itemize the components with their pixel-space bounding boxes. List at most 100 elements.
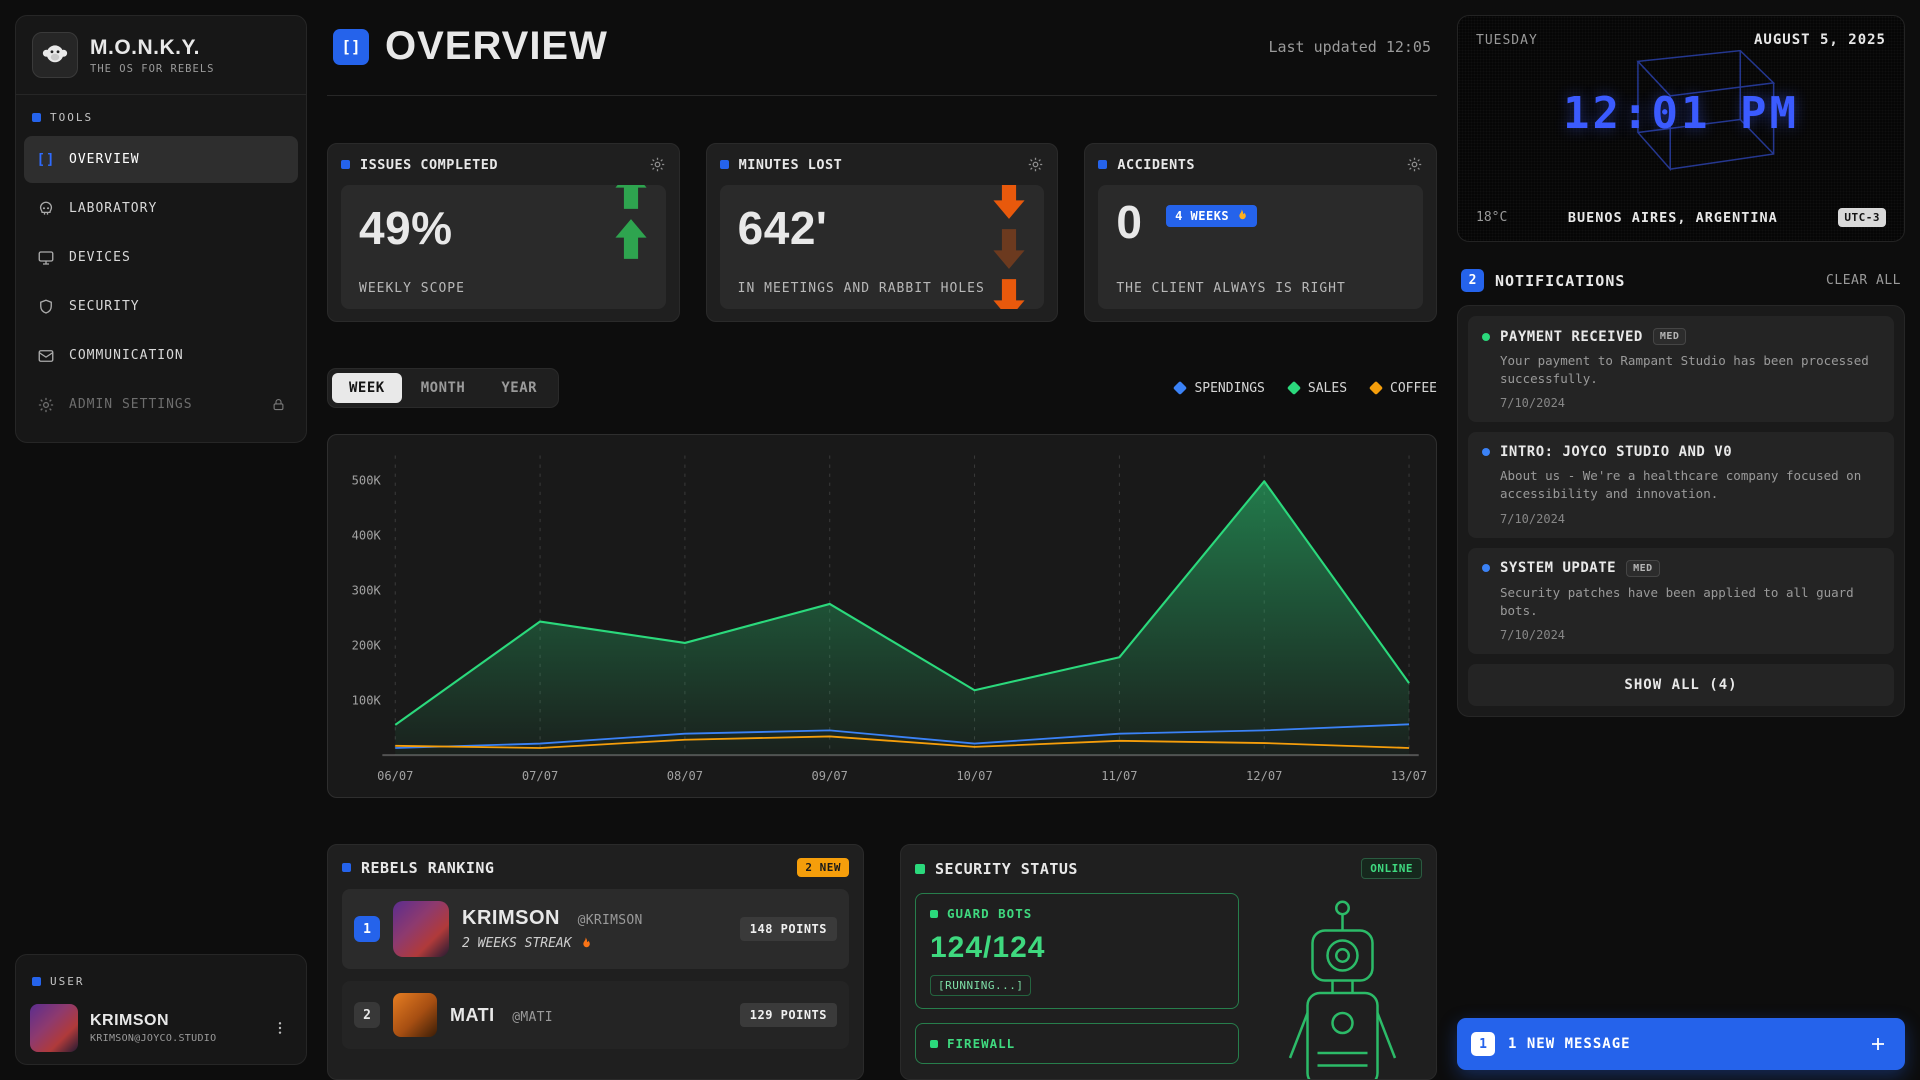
ranking-row-1[interactable]: 1 KRIMSON @KRIMSON 2 WEEKS STREAK 148 PO…: [342, 889, 849, 969]
monkey-logo-icon: [32, 32, 78, 78]
user-section-label: USER: [16, 959, 306, 998]
avatar: [393, 993, 437, 1037]
chart-legend: SPENDINGS SALES COFFEE: [1175, 381, 1437, 396]
priority-badge: MED: [1626, 560, 1660, 577]
sidebar-item-label: COMMUNICATION: [69, 348, 184, 363]
card-square-icon: [720, 160, 729, 169]
svg-text:09/07: 09/07: [812, 769, 848, 783]
notification-payment[interactable]: PAYMENT RECEIVED MED Your payment to Ram…: [1468, 316, 1894, 422]
guard-bots-box: GUARD BOTS 124/124 [RUNNING...]: [915, 893, 1239, 1009]
panel-title: SECURITY STATUS: [935, 860, 1078, 878]
firewall-title: FIREWALL: [947, 1036, 1015, 1051]
legend-spendings[interactable]: SPENDINGS: [1175, 381, 1264, 396]
sidebar-item-admin-settings[interactable]: ADMIN SETTINGS: [24, 381, 298, 428]
skull-icon: [36, 199, 56, 219]
stats-row: ISSUES COMPLETED 49% WEEKLY SCOPE: [327, 143, 1437, 322]
notification-body: Your payment to Rampant Studio has been …: [1500, 352, 1880, 388]
app-subtitle: THE OS FOR REBELS: [90, 63, 214, 75]
stat-label: THE CLIENT ALWAYS IS RIGHT: [1116, 281, 1346, 296]
main-content: [] OVERVIEW Last updated 12:05 ISSUES CO…: [327, 0, 1437, 1080]
notification-date: 7/10/2024: [1500, 512, 1880, 526]
notification-title: SYSTEM UPDATE: [1500, 560, 1616, 576]
arrow-down-icon: [992, 279, 1026, 309]
section-square-icon: [32, 977, 41, 986]
legend-coffee[interactable]: COFFEE: [1371, 381, 1437, 396]
notifications-header: 2 NOTIFICATIONS CLEAR ALL: [1461, 269, 1901, 292]
notification-title: PAYMENT RECEIVED: [1500, 329, 1643, 345]
kebab-menu-icon[interactable]: [268, 1016, 292, 1040]
arrow-down-icon: [992, 185, 1026, 219]
gear-icon[interactable]: [1027, 156, 1044, 173]
sidebar-item-security[interactable]: SECURITY: [24, 283, 298, 330]
green-square-icon: [930, 910, 938, 918]
page-header: [] OVERVIEW Last updated 12:05: [327, 0, 1437, 96]
sidebar-item-overview[interactable]: [] OVERVIEW: [24, 136, 298, 183]
sidebar-item-label: DEVICES: [69, 250, 131, 265]
app-title: M.O.N.K.Y.: [90, 36, 214, 60]
plus-icon[interactable]: [1865, 1031, 1891, 1057]
ranking-row-2[interactable]: 2 MATI @MATI 129 POINTS: [342, 981, 849, 1049]
firewall-box: FIREWALL: [915, 1023, 1239, 1064]
svg-text:08/07: 08/07: [667, 769, 703, 783]
online-badge: ONLINE: [1361, 858, 1422, 879]
svg-text:11/07: 11/07: [1101, 769, 1137, 783]
notification-body: Security patches have been applied to al…: [1500, 584, 1880, 620]
streak-badge-text: 4 WEEKS: [1175, 209, 1229, 223]
logo-text: M.O.N.K.Y. THE OS FOR REBELS: [90, 36, 214, 75]
message-count-badge: 1: [1471, 1032, 1495, 1056]
trend-arrows: [614, 185, 648, 259]
show-all-button[interactable]: SHOW ALL (4): [1468, 664, 1894, 706]
sidebar-item-communication[interactable]: COMMUNICATION: [24, 332, 298, 379]
mail-icon: [36, 346, 56, 366]
right-sidebar: TUESDAY AUGUST 5, 2025 12:01 PM 18°C BUE…: [1457, 15, 1905, 1070]
gear-icon[interactable]: [1406, 156, 1423, 173]
sidebar-nav-card: M.O.N.K.Y. THE OS FOR REBELS TOOLS [] OV…: [15, 15, 307, 443]
legend-sales[interactable]: SALES: [1289, 381, 1347, 396]
notification-system-update[interactable]: SYSTEM UPDATE MED Security patches have …: [1468, 548, 1894, 654]
sidebar-item-laboratory[interactable]: LABORATORY: [24, 185, 298, 232]
priority-badge: MED: [1653, 328, 1687, 345]
svg-text:12/07: 12/07: [1246, 769, 1282, 783]
stat-label: IN MEETINGS AND RABBIT HOLES: [738, 281, 985, 296]
page-title: OVERVIEW: [385, 24, 608, 69]
new-message-bar[interactable]: 1 1 NEW MESSAGE: [1457, 1018, 1905, 1070]
range-tabs: WEEK MONTH YEAR: [327, 368, 559, 408]
guard-bots-value: 124/124: [930, 931, 1224, 965]
svg-text:13/07: 13/07: [1391, 769, 1427, 783]
user-row[interactable]: KRIMSON KRIMSON@JOYCO.STUDIO: [16, 998, 306, 1052]
diamond-icon: [1369, 381, 1383, 395]
tab-month[interactable]: MONTH: [404, 373, 483, 403]
rank-user-info: KRIMSON @KRIMSON 2 WEEKS STREAK: [462, 907, 643, 951]
chart-toolbar: WEEK MONTH YEAR SPENDINGS SALES COFFEE: [327, 368, 1437, 408]
svg-text:200K: 200K: [352, 638, 382, 652]
stat-body: 49% WEEKLY SCOPE: [341, 185, 666, 309]
notification-intro[interactable]: INTRO: JOYCO STUDIO AND V0 About us - We…: [1468, 432, 1894, 537]
trend-arrows: [992, 185, 1026, 309]
notification-title: INTRO: JOYCO STUDIO AND V0: [1500, 444, 1732, 460]
last-updated: Last updated 12:05: [1268, 38, 1431, 56]
rebels-ranking-panel: REBELS RANKING 2 NEW 1 KRIMSON @KRIMSON …: [327, 844, 864, 1080]
line-chart: 100K200K300K400K500K06/0707/0708/0709/07…: [334, 439, 1430, 793]
stat-value: 0: [1116, 196, 1142, 248]
tab-week[interactable]: WEEK: [332, 373, 402, 403]
guard-bots-state: [RUNNING...]: [930, 975, 1031, 996]
page-title-group: [] OVERVIEW: [333, 24, 608, 69]
sidebar-item-label: OVERVIEW: [69, 152, 140, 167]
stat-value: 642': [738, 205, 1027, 251]
svg-text:10/07: 10/07: [956, 769, 992, 783]
rank-badge: 2: [354, 1002, 380, 1028]
utc-badge: UTC-3: [1838, 208, 1886, 227]
clock-temperature: 18°C: [1476, 210, 1507, 225]
tab-year[interactable]: YEAR: [484, 373, 554, 403]
gear-icon[interactable]: [649, 156, 666, 173]
sidebar: M.O.N.K.Y. THE OS FOR REBELS TOOLS [] OV…: [15, 15, 307, 1065]
message-label: 1 NEW MESSAGE: [1508, 1036, 1631, 1052]
clock-time: 12:01 PM: [1476, 88, 1886, 139]
sidebar-item-label: LABORATORY: [69, 201, 157, 216]
spacer: [1457, 717, 1905, 1018]
clear-all-button[interactable]: CLEAR ALL: [1826, 273, 1901, 288]
status-dot: [1482, 448, 1490, 456]
sidebar-item-devices[interactable]: DEVICES: [24, 234, 298, 281]
line-chart-card: 100K200K300K400K500K06/0707/0708/0709/07…: [327, 434, 1437, 798]
tools-section-label: TOOLS: [16, 95, 306, 134]
